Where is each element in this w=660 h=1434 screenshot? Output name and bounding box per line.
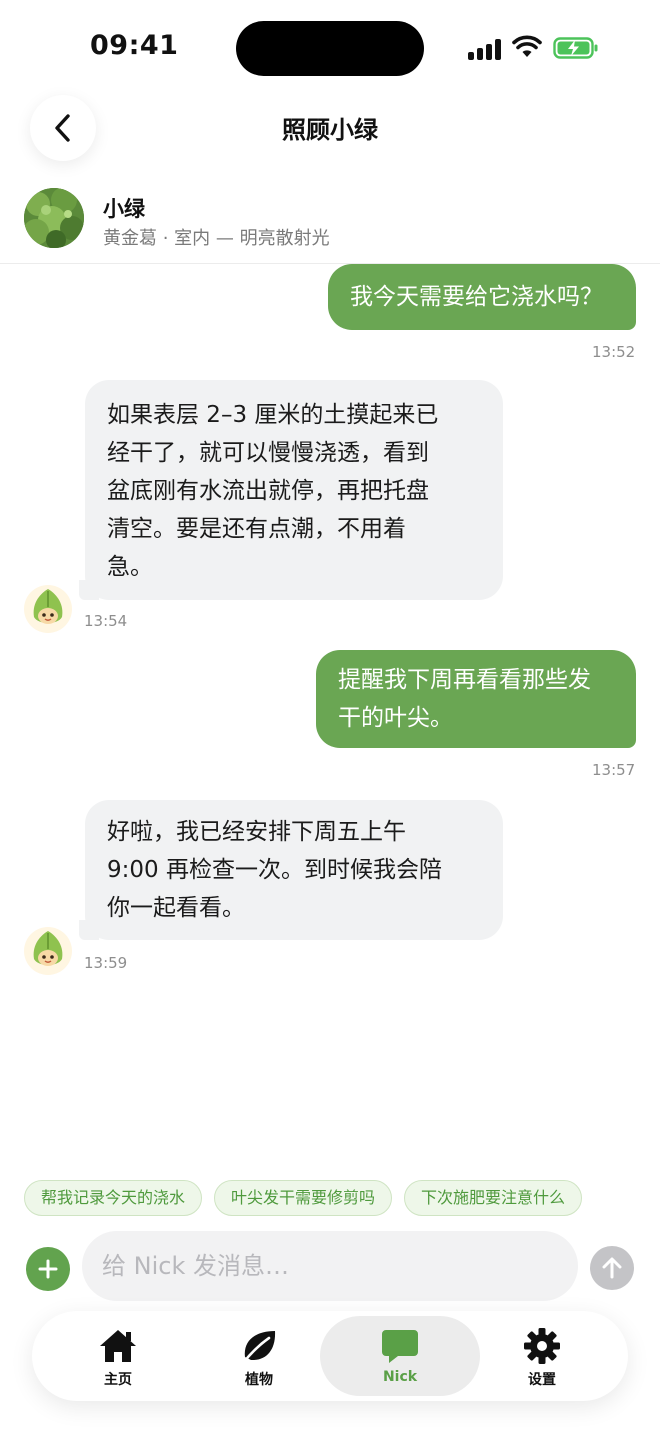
add-attachment-button[interactable] <box>26 1247 70 1291</box>
message-timestamp: 13:59 <box>84 954 128 972</box>
tab-nick[interactable]: Nick <box>320 1316 480 1396</box>
message-line: 清空。要是还有点潮，不用着 <box>107 516 406 542</box>
message-input[interactable] <box>82 1231 578 1301</box>
tab-label: 主页 <box>104 1372 132 1388</box>
message-line: 如果表层 2–3 厘米的土摸起来已 <box>107 402 439 428</box>
bottom-tab-bar: 主页 植物 Nick 设置 <box>32 1311 628 1401</box>
leaf-icon <box>241 1331 276 1365</box>
message-line: 9:00 再检查一次。到时候我会陪 <box>107 857 442 883</box>
message-timestamp: 13:52 <box>592 343 636 361</box>
wifi-icon <box>512 35 542 57</box>
message-timestamp: 13:57 <box>592 761 636 779</box>
battery-charging-icon <box>553 37 598 59</box>
tab-label: 植物 <box>245 1372 273 1388</box>
message-line: 经干了，就可以慢慢浇透，看到 <box>107 440 429 466</box>
send-button[interactable] <box>590 1246 634 1290</box>
plus-icon <box>38 1259 58 1279</box>
tab-home[interactable]: 主页 <box>58 1311 178 1401</box>
message-line: 提醒我下周再看看那些发 <box>338 667 591 693</box>
arrow-up-icon <box>602 1257 622 1279</box>
plant-info-row[interactable]: 小绿 黄金葛 · 室内 — 明亮散射光 <box>0 180 660 264</box>
quick-reply-chip[interactable]: 下次施肥要注意什么 <box>404 1180 582 1216</box>
quick-reply-chip[interactable]: 帮我记录今天的浇水 <box>24 1180 202 1216</box>
dynamic-island <box>236 21 424 76</box>
page-title: 照顾小绿 <box>282 116 378 144</box>
plant-name: 小绿 <box>103 197 145 221</box>
home-icon <box>100 1330 136 1362</box>
message-bubble-user: 我今天需要给它浇水吗？ <box>328 264 636 330</box>
message-timestamp: 13:54 <box>84 612 128 630</box>
message-line: 急。 <box>107 554 153 580</box>
tab-label: Nick <box>382 1369 418 1385</box>
message-line: 干的叶尖。 <box>338 705 453 731</box>
plant-subtitle: 黄金葛 · 室内 — 明亮散射光 <box>103 228 330 249</box>
message-text: 我今天需要给它浇水吗？ <box>350 284 603 310</box>
message-bubble-bot: 好啦，我已经安排下周五上午 9:00 再检查一次。到时候我会陪 你一起看看。 <box>79 800 503 940</box>
tab-plants[interactable]: 植物 <box>199 1311 319 1401</box>
message-bubble-user: 提醒我下周再看看那些发 干的叶尖。 <box>316 650 636 748</box>
message-bubble-bot: 如果表层 2–3 厘米的土摸起来已 经干了，就可以慢慢浇透，看到 盆底刚有水流出… <box>79 380 503 600</box>
plant-photo <box>24 188 84 248</box>
cellular-signal-icon <box>468 38 502 60</box>
quick-reply-chip[interactable]: 叶尖发干需要修剪吗 <box>214 1180 392 1216</box>
message-line: 你一起看看。 <box>107 895 245 921</box>
tab-settings[interactable]: 设置 <box>482 1311 602 1401</box>
status-time: 09:41 <box>90 30 179 61</box>
gear-icon <box>524 1328 560 1364</box>
chat-icon <box>382 1330 418 1363</box>
message-line: 盆底刚有水流出就停，再把托盘 <box>107 478 429 504</box>
assistant-avatar <box>24 927 72 975</box>
assistant-avatar <box>24 585 72 633</box>
message-line: 好啦，我已经安排下周五上午 <box>107 819 406 845</box>
status-bar: 09:41 <box>0 0 660 96</box>
tab-label: 设置 <box>528 1372 556 1388</box>
